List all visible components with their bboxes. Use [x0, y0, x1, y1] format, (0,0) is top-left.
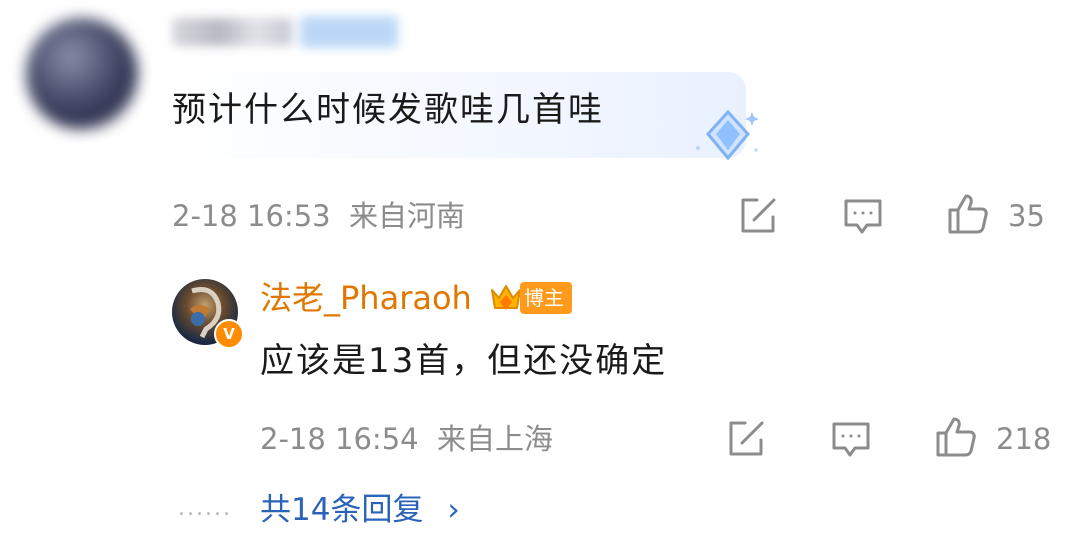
commenter-avatar[interactable] [26, 18, 138, 130]
comment-icon[interactable] [830, 419, 872, 461]
blogger-badge: 博主 [520, 282, 572, 314]
thumbs-up-icon[interactable] [934, 415, 978, 459]
view-more-replies-link[interactable]: 共14条回复 › [260, 490, 460, 530]
reply-like-count: 218 [996, 422, 1052, 456]
reply-text: 应该是13首，但还没确定 [260, 341, 668, 381]
diamond-sticker-icon [690, 106, 762, 166]
comment-meta: 2-18 16:53 来自河南 [172, 198, 465, 234]
chevron-right-icon: › [447, 492, 460, 528]
more-replies-label: 共14条回复 [260, 492, 424, 528]
comment-icon[interactable] [842, 196, 884, 238]
reply-author-name[interactable]: 法老_Pharaoh [260, 276, 472, 320]
comment-like-count: 35 [1008, 199, 1045, 233]
more-divider-dots: ...... [178, 496, 232, 521]
comment-text: 预计什么时候发歌哇几首哇 [172, 90, 604, 130]
reply-meta: 2-18 16:54 来自上海 [260, 421, 553, 457]
comment-location: 来自河南 [349, 199, 466, 233]
commenter-name-blurred[interactable] [172, 14, 398, 50]
reply-date: 2-18 16:54 [260, 422, 419, 456]
comment-date: 2-18 16:53 [172, 199, 331, 233]
reply-location: 来自上海 [437, 422, 554, 456]
crown-icon [488, 280, 524, 316]
share-icon[interactable] [726, 419, 766, 459]
thumbs-up-icon[interactable] [946, 192, 990, 236]
share-icon[interactable] [738, 196, 778, 236]
verified-badge: V [214, 319, 244, 349]
